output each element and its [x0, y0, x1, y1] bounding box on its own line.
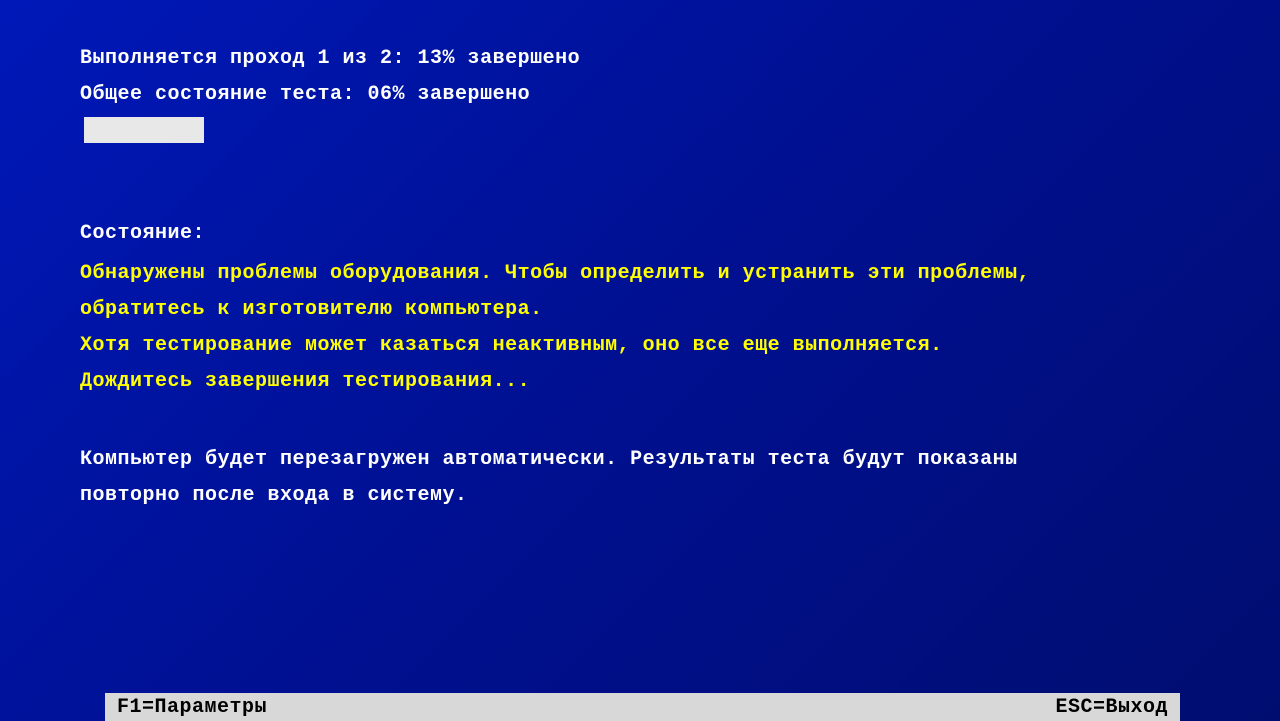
- warning-line-1: Обнаружены проблемы оборудования. Чтобы …: [80, 260, 1200, 288]
- hotkey-bar: F1=Параметры ESC=Выход: [105, 693, 1180, 721]
- info-block: Компьютер будет перезагружен автоматичес…: [80, 446, 1200, 510]
- progress-bar-fill: [84, 117, 204, 143]
- esc-hotkey[interactable]: ESC=Выход: [1055, 696, 1168, 719]
- warning-line-3: Хотя тестирование может казаться неактив…: [80, 332, 1200, 360]
- warning-line-2: обратитесь к изготовителю компьютера.: [80, 296, 1200, 324]
- warning-line-4: Дождитесь завершения тестирования...: [80, 368, 1200, 396]
- info-line-2: повторно после входа в систему.: [80, 482, 1200, 510]
- status-heading: Состояние:: [80, 220, 1200, 248]
- overall-progress-line: Общее состояние теста: 06% завершено: [80, 81, 1200, 109]
- f1-hotkey[interactable]: F1=Параметры: [117, 696, 267, 719]
- pass-progress-line: Выполняется проход 1 из 2: 13% завершено: [80, 45, 1200, 73]
- warning-block: Обнаружены проблемы оборудования. Чтобы …: [80, 260, 1200, 396]
- info-line-1: Компьютер будет перезагружен автоматичес…: [80, 446, 1200, 474]
- diagnostic-screen: Выполняется проход 1 из 2: 13% завершено…: [0, 0, 1280, 510]
- progress-bar: [84, 117, 1200, 150]
